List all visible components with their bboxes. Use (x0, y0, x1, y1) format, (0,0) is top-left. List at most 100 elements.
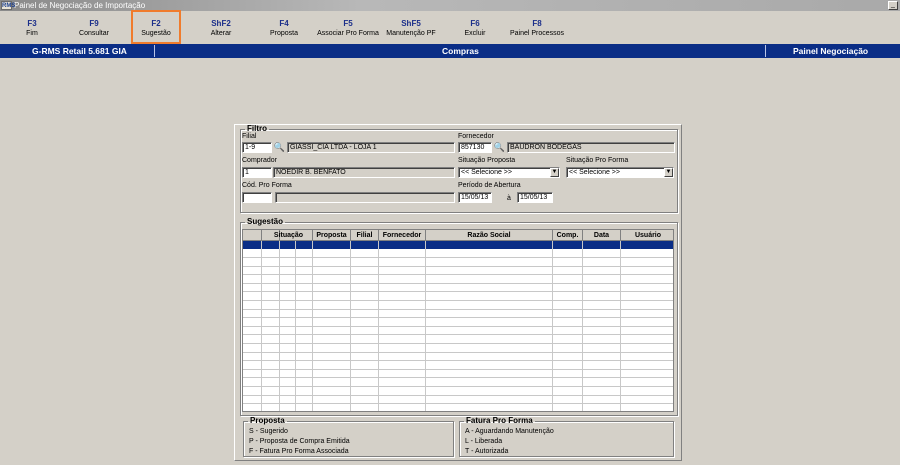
periodo-end-field[interactable]: 15/05/13 (517, 192, 553, 203)
column-header[interactable] (243, 230, 262, 241)
grid-row-line (243, 386, 673, 387)
column-header[interactable] (296, 230, 313, 241)
comprador-code-field[interactable]: 1 (242, 167, 272, 178)
column-header-proposta[interactable]: Proposta (313, 230, 351, 241)
app-icon: RMS (1, 1, 16, 10)
grid-row-line (243, 274, 673, 276)
grid-header: Situação Proposta Filial Fornecedor Razã… (243, 230, 673, 241)
fkey-code: ShF2 (211, 19, 231, 28)
module-name: Compras (442, 46, 479, 56)
fkey-consultar-button[interactable]: F9 Consultar (72, 14, 116, 42)
grid-row-line (243, 308, 673, 310)
cod-proforma-label: Cód. Pro Forma (242, 182, 292, 189)
grid-row-line (243, 377, 673, 379)
comprador-name-field: NOEDIR B. BENFATO (273, 167, 455, 178)
fkey-label: Painel Processos (509, 30, 565, 37)
column-header-razao-social[interactable]: Razão Social (426, 230, 553, 241)
selected-row[interactable] (243, 241, 673, 249)
chevron-down-icon[interactable]: ▼ (550, 168, 559, 177)
fkey-fim-button[interactable]: F3 Fim (18, 14, 46, 42)
legend-item: T - Autorizada (465, 448, 509, 455)
fornecedor-label: Fornecedor (458, 133, 494, 140)
grid-row-line (243, 368, 673, 370)
fkey-excluir-button[interactable]: F6 Excluir (456, 14, 494, 42)
grid-row-line (243, 317, 673, 319)
fkey-sugestao-button[interactable]: F2 Sugestão (131, 10, 181, 44)
legend-item: S - Sugerido (249, 428, 288, 435)
grid-row-line (243, 351, 673, 353)
fkey-code: F4 (279, 19, 289, 28)
grid-row-line (243, 394, 673, 396)
situacao-proforma-value: << Selecione >> (569, 169, 620, 176)
column-header-data[interactable]: Data (583, 230, 621, 241)
fornecedor-name-field: BAUDRON BODEGAS (507, 142, 675, 153)
periodo-label: Período de Abertura (458, 182, 521, 189)
filial-label: Filial (242, 133, 257, 140)
situacao-proforma-select[interactable]: << Selecione >> ▼ (566, 167, 674, 178)
fkey-label: Sugestão (141, 30, 171, 37)
situacao-proposta-label: Situação Proposta (458, 157, 516, 164)
fkey-code: F5 (343, 19, 353, 28)
grid-row-line (243, 257, 673, 258)
chevron-down-icon[interactable]: ▼ (664, 168, 673, 177)
grid-row-line (243, 300, 673, 301)
header-bar: G-RMS Retail 5.681 GIA Compras Painel Ne… (0, 44, 900, 58)
binoculars-icon[interactable]: 🔍 (273, 142, 286, 153)
system-name: G-RMS Retail 5.681 GIA (32, 46, 127, 56)
fkey-label: Excluir (464, 30, 486, 37)
fkey-label: Manutenção PF (386, 30, 436, 37)
legend-item: F - Fatura Pro Forma Associada (249, 448, 349, 455)
legend-item: P - Proposta de Compra Emitida (249, 438, 350, 445)
cod-proforma-field[interactable] (242, 192, 272, 203)
sugestao-grid[interactable]: Situação Proposta Filial Fornecedor Razã… (242, 229, 674, 412)
column-header-usuario[interactable]: Usuário (621, 230, 673, 241)
grid-row-line (243, 291, 673, 293)
fkey-manutencao-pf-button[interactable]: ShF5 Manutenção PF (383, 14, 439, 42)
filtro-legend: Filtro (247, 124, 267, 133)
grid-row-line (243, 403, 673, 405)
fkey-code: F9 (89, 19, 99, 28)
sugestao-legend: Sugestão (247, 217, 284, 226)
fkey-painel-processos-button[interactable]: F8 Painel Processos (508, 14, 566, 42)
header-divider (154, 45, 155, 57)
filial-name-field: GIASSI_CIA LTDA - LOJA 1 (287, 142, 455, 153)
grid-row-line (243, 360, 673, 362)
fkey-label: Alterar (210, 30, 232, 37)
minimize-button[interactable]: _ (888, 1, 898, 10)
fkey-code: F2 (151, 19, 161, 28)
grid-row-line (243, 343, 673, 344)
fkey-code: F8 (532, 19, 542, 28)
column-header-filial[interactable]: Filial (351, 230, 379, 241)
comprador-label: Comprador (242, 157, 278, 164)
fornecedor-code-field[interactable]: 857130 (458, 142, 492, 153)
fkey-associar-pro-forma-button[interactable]: F5 Associar Pro Forma (312, 14, 384, 42)
periodo-separator: à (507, 195, 511, 202)
column-header-comp[interactable]: Comp. (553, 230, 583, 241)
header-divider (765, 45, 766, 57)
fkey-code: ShF5 (401, 19, 421, 28)
fkey-proposta-button[interactable]: F4 Proposta (262, 14, 306, 42)
grid-row-line (243, 282, 673, 284)
screen-name: Painel Negociação (793, 46, 869, 56)
situacao-proposta-select[interactable]: << Selecione >> ▼ (458, 167, 560, 178)
fkey-label: Proposta (269, 30, 299, 37)
fkey-label: Fim (26, 30, 38, 37)
grid-row-line (243, 325, 673, 327)
filial-code-field[interactable]: 1-9 (242, 142, 272, 153)
periodo-start-field[interactable]: 15/05/13 (458, 192, 492, 203)
window-title: Painel de Negociação de Importação (14, 1, 146, 10)
fkey-code: F6 (470, 19, 480, 28)
fkey-alterar-button[interactable]: ShF2 Alterar (200, 14, 242, 42)
binoculars-icon[interactable]: 🔍 (493, 142, 506, 153)
negotiation-panel: Filtro Filial 1-9 🔍 GIASSI_CIA LTDA - LO… (234, 124, 682, 461)
legend-item: A - Aguardando Manutenção (465, 428, 554, 435)
fkey-label: Consultar (79, 30, 109, 37)
situacao-proforma-label: Situação Pro Forma (566, 157, 629, 164)
grid-row-line (243, 334, 673, 336)
fatura-legend-title: Fatura Pro Forma (466, 416, 533, 425)
column-header-fornecedor[interactable]: Fornecedor (379, 230, 426, 241)
situacao-proposta-value: << Selecione >> (461, 169, 512, 176)
proposta-legend-title: Proposta (250, 416, 285, 425)
cod-proforma-desc-field (275, 192, 455, 203)
fkey-label: Associar Pro Forma (317, 30, 379, 37)
